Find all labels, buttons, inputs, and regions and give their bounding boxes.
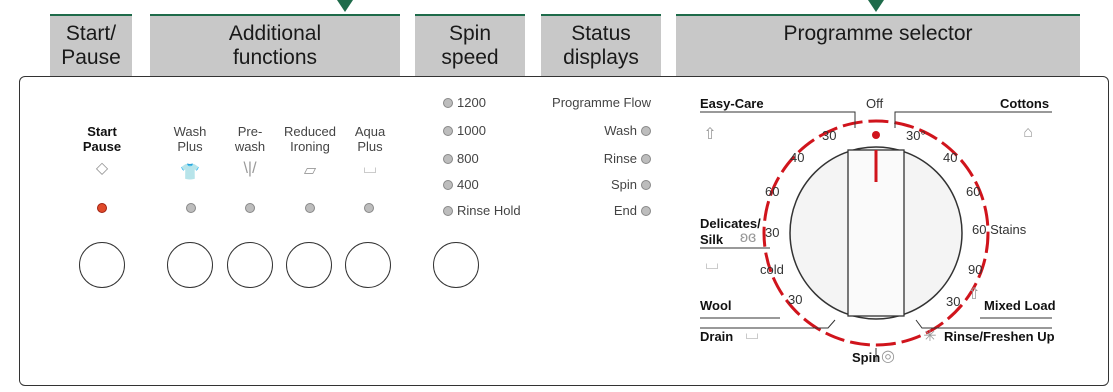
temp-30deg: 30° xyxy=(906,128,926,143)
temp-30d: 30 xyxy=(788,292,803,307)
aquaplus-label2: Plus xyxy=(357,139,383,154)
prewash-label1: Pre- xyxy=(237,124,263,139)
wool-label: Wool xyxy=(700,298,732,313)
silk-label: Silk xyxy=(700,232,724,247)
start-led xyxy=(97,203,107,213)
aquaplus-led xyxy=(364,203,374,213)
speed-400: 400 xyxy=(457,177,479,192)
spin-speed-button[interactable] xyxy=(433,242,479,288)
header-status: Status displays xyxy=(541,14,661,78)
cottons-icon: ⌂ xyxy=(1023,124,1033,141)
status-end: End xyxy=(613,203,637,218)
washplus-button[interactable] xyxy=(167,242,213,288)
status-led-end xyxy=(641,206,651,216)
speed-led-400 xyxy=(443,180,453,190)
speed-led-1200 xyxy=(443,98,453,108)
arrow-programme xyxy=(868,0,884,12)
status-rinse: Rinse xyxy=(603,151,637,166)
butterfly-icon: ʚɞ xyxy=(739,229,757,246)
washplus-led xyxy=(186,203,196,213)
washplus-label2: Plus xyxy=(177,139,203,154)
header-spin-speed-text: Spin speed xyxy=(441,22,499,69)
speed-led-800 xyxy=(443,154,453,164)
easy-care-label: Easy-Care xyxy=(700,96,764,111)
status-wash: Wash xyxy=(604,123,637,138)
arrow-additional xyxy=(337,0,353,12)
ironing-label2: Ironing xyxy=(290,139,330,154)
drain-label: Drain xyxy=(700,329,734,344)
prewash-icon: \|/ xyxy=(243,160,257,177)
header-status-text: Status displays xyxy=(563,22,639,69)
start-label: Start xyxy=(87,124,117,139)
off-label: Off xyxy=(866,96,884,111)
ironing-label1: Reduced xyxy=(283,124,337,139)
speed-led-rinsehold xyxy=(443,206,453,216)
ironing-led xyxy=(305,203,315,213)
washplus-label1: Wash xyxy=(173,124,207,139)
cold-label: cold xyxy=(760,262,784,277)
status-title: Programme Flow xyxy=(552,95,651,110)
cottons-label: Cottons xyxy=(1000,96,1050,111)
temp-30a: 30 xyxy=(822,128,837,143)
mixed-load-label: Mixed Load xyxy=(984,298,1056,313)
prewash-button[interactable] xyxy=(227,242,273,288)
ironing-button[interactable] xyxy=(286,242,332,288)
header-start-pause-text: Start/ Pause xyxy=(61,22,121,69)
easy-care-icon: ⇧ xyxy=(703,126,717,143)
drain-icon: ⌴ xyxy=(745,326,759,343)
aqua-icon: ⌴ xyxy=(363,160,377,177)
aquaplus-label1: Aqua xyxy=(354,124,386,139)
rinse-freshen-label: Rinse/Freshen Up xyxy=(944,329,1055,344)
header-spin-speed: Spin speed xyxy=(415,14,525,78)
header-additional: Additional functions xyxy=(150,14,400,78)
pause-label: Pause xyxy=(82,139,122,154)
speed-1000: 1000 xyxy=(457,123,486,138)
prewash-led xyxy=(245,203,255,213)
header-start-pause: Start/ Pause xyxy=(50,14,132,78)
status-led-wash xyxy=(641,126,651,136)
header-programme: Programme selector xyxy=(676,14,1080,78)
speed-1200: 1200 xyxy=(457,95,486,110)
prewash-label2: wash xyxy=(234,139,266,154)
status-led-rinse xyxy=(641,154,651,164)
off-dot xyxy=(872,131,880,139)
start-pause-icon: ◇ xyxy=(95,160,109,177)
stains-label: 60 Stains xyxy=(972,222,1027,237)
temp-90: 90 xyxy=(968,262,983,277)
shirt-icon: 👕 xyxy=(180,164,200,181)
spin-icon: ◎ xyxy=(881,348,895,365)
status-led-spin xyxy=(641,180,651,190)
handwash-icon: ⌴ xyxy=(705,256,719,273)
temp-60b: 60 xyxy=(966,184,981,199)
temp-60a: 60 xyxy=(765,184,780,199)
iron-icon: ⏥ xyxy=(303,162,317,179)
speed-rinsehold: Rinse Hold xyxy=(457,203,521,218)
header-additional-text: Additional functions xyxy=(228,22,322,69)
temp-40b: 40 xyxy=(943,150,958,165)
start-pause-button[interactable] xyxy=(79,242,125,288)
speed-led-1000 xyxy=(443,126,453,136)
aquaplus-button[interactable] xyxy=(345,242,391,288)
status-spin: Spin xyxy=(610,177,637,192)
header-programme-text: Programme selector xyxy=(783,22,973,45)
temp-40a: 40 xyxy=(790,150,805,165)
speed-800: 800 xyxy=(457,151,479,166)
